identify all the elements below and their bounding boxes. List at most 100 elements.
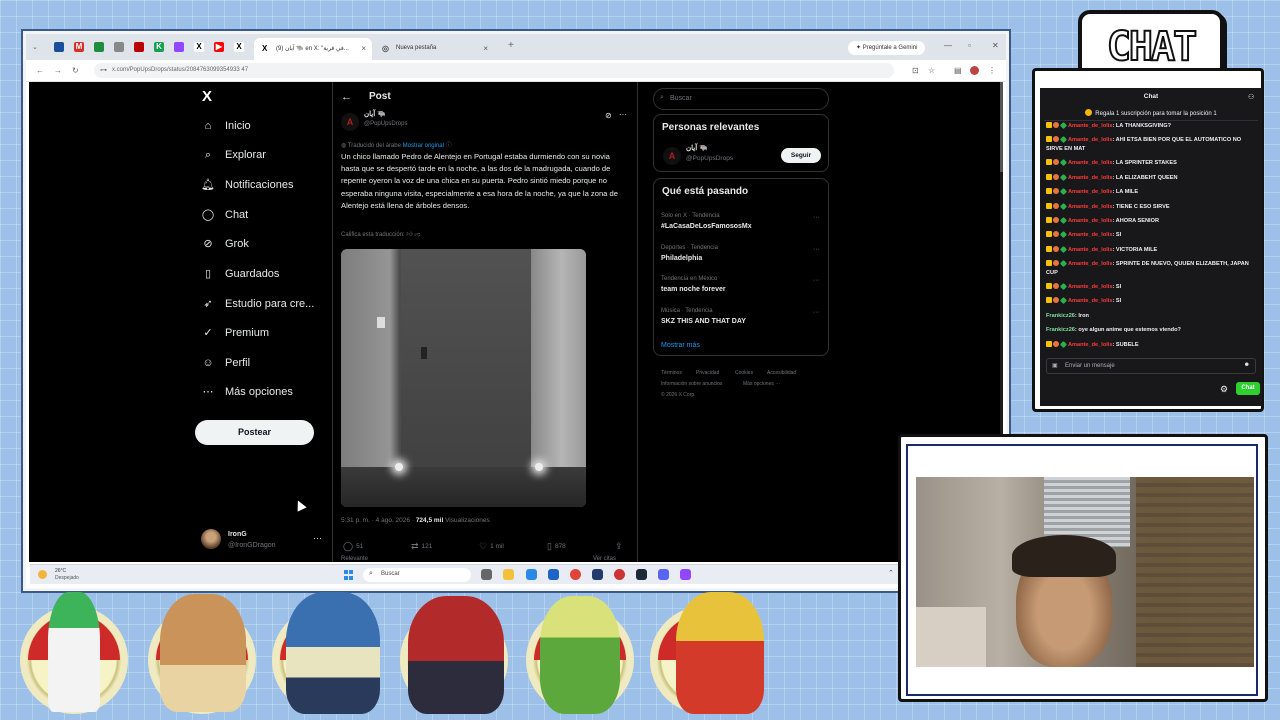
chat-username[interactable]: Amante_de_lolis [1068,175,1112,181]
steam-icon[interactable] [636,569,647,580]
pinned-gift-banner[interactable]: Regala 1 suscripción para tomar la posic… [1044,108,1258,121]
footer-link[interactable]: Privacidad [696,370,719,376]
chat-username[interactable]: Amante_de_lolis [1068,204,1112,210]
url-field[interactable]: ⊶ x.com/PopUpsDrops/status/2084763099354… [94,63,894,78]
bookmark-star-icon[interactable]: ☆ [928,66,935,75]
trend-item[interactable]: SKZ THIS AND THAT DAY [661,318,746,325]
close-tab-icon[interactable]: × [361,44,366,53]
obs-icon[interactable] [614,569,625,580]
weather-icon[interactable] [38,570,47,579]
weather-temperature[interactable]: 26°C [55,568,66,574]
post-video[interactable] [341,249,586,507]
back-icon[interactable]: ← [36,66,44,75]
chat-username[interactable]: Amante_de_lolis [1068,284,1112,290]
store-icon[interactable] [548,569,559,580]
tab-x-post[interactable]: X (9) آيان 🐃 en X: "في قرية... × [254,38,372,60]
chat-username[interactable]: Amante_de_lolis [1068,342,1112,348]
footer-link[interactable]: Accesibilidad [767,370,796,376]
forward-icon[interactable]: → [54,66,62,75]
ask-gemini-button[interactable]: ✦ Pregúntale a Gemini [848,41,926,55]
thumbs-up-icon[interactable]: 👍︎ [406,232,412,238]
footer-link[interactable]: Cookies [735,370,753,376]
like-button[interactable]: ♡ 1 mil [479,541,504,552]
maximize-icon[interactable]: ▫ [968,41,971,50]
pinned-tab-icon[interactable] [54,42,64,52]
account-avatar[interactable] [201,529,221,549]
weather-condition[interactable]: Despejado [55,575,79,581]
scrollbar-thumb[interactable] [1000,82,1003,172]
author-handle[interactable]: @PopUpsDrops [364,121,407,127]
chat-username[interactable]: Frankicz26 [1046,313,1075,319]
trend-item[interactable]: team noche forever [661,286,726,293]
back-arrow-icon[interactable]: ← [341,91,352,103]
thumbs-down-icon[interactable]: 👎︎ [414,232,420,238]
gear-icon[interactable]: ⚙ [1220,384,1228,395]
chat-username[interactable]: Amante_de_lolis [1068,137,1112,143]
grok-icon[interactable]: ⊘ [605,111,612,120]
new-tab-icon[interactable]: + [508,40,514,51]
pinned-tab-icon[interactable] [134,42,144,52]
menu-icon[interactable]: ⋮ [988,66,996,75]
tab-new-tab[interactable]: ◎ Nueva pestaña × [374,38,494,60]
chat-username[interactable]: Amante_de_lolis [1068,247,1112,253]
relevant-avatar[interactable]: A [663,147,681,165]
search-input[interactable]: ⌕ Buscar [653,88,829,110]
emote-icon[interactable]: ☻ [1244,362,1250,368]
relevant-name[interactable]: آيان 🐃 [686,144,708,152]
profile-avatar-icon[interactable] [970,66,979,75]
file-explorer-icon[interactable] [503,569,514,580]
pinned-tab-icon[interactable] [94,42,104,52]
trend-item[interactable]: Philadelphia [661,255,702,262]
footer-link[interactable]: Más opciones ··· [743,381,780,387]
extensions-icon[interactable]: ▤ [954,66,962,75]
post-button[interactable]: Postear [195,420,314,445]
chat-username[interactable]: Amante_de_lolis [1068,189,1112,195]
chat-username[interactable]: Amante_de_lolis [1068,298,1112,304]
show-more-link[interactable]: Mostrar más [661,342,700,349]
chat-username[interactable]: Amante_de_lolis [1068,218,1112,224]
app-icon[interactable] [592,569,603,580]
x-logo-icon[interactable]: X [202,88,212,105]
chrome-icon[interactable] [570,569,581,580]
author-name[interactable]: آيان 🐃 [364,110,386,118]
footer-link[interactable]: Información sobre anuncios [661,381,722,387]
app-icon[interactable] [680,569,691,580]
users-icon[interactable]: ⚇ [1248,93,1254,101]
see-quotes-link[interactable]: Ver citas [593,556,616,562]
reload-icon[interactable]: ↻ [72,66,79,75]
more-icon[interactable]: ··· [813,277,820,284]
more-icon[interactable]: ··· [813,309,820,316]
bookmark-button[interactable]: ▯ 878 [547,541,566,552]
tab-list-icon[interactable]: ⌄ [32,43,38,51]
chat-username[interactable]: Amante_de_lolis [1068,123,1112,129]
site-info-icon[interactable]: ⊶ [100,66,107,74]
chat-username[interactable]: Amante_de_lolis [1068,232,1112,238]
twitch-tab-icon[interactable] [174,42,184,52]
minimize-icon[interactable]: — [944,41,952,50]
edge-icon[interactable] [526,569,537,580]
chat-message-input[interactable]: ▣ Enviar un mensaje ☻ [1046,358,1256,374]
reply-button[interactable]: ◯ 51 [343,541,363,552]
windows-start-icon[interactable] [344,570,354,580]
follow-button[interactable]: Seguir [781,148,821,163]
chat-username[interactable]: Amante_de_lolis [1068,160,1112,166]
share-button[interactable]: ⇪ [615,541,626,552]
x-tab-icon[interactable]: X [194,42,204,52]
more-icon[interactable]: ··· [813,214,820,221]
tray-chevron-icon[interactable]: ⌃ [888,569,894,577]
task-view-icon[interactable] [481,569,492,580]
bits-icon[interactable]: ▣ [1052,362,1058,369]
close-window-icon[interactable]: ✕ [992,41,999,50]
show-original-link[interactable]: Mostrar original [403,143,444,149]
chat-username[interactable]: Frankicz26 [1046,327,1075,333]
install-app-icon[interactable]: ⊡ [912,66,919,75]
gmail-tab-icon[interactable]: M [74,42,84,52]
chat-send-button[interactable]: Chat [1236,382,1260,395]
trend-item[interactable]: #LaCasaDeLosFamososMx [661,223,752,230]
pinned-tab-icon[interactable]: K [154,42,164,52]
more-icon[interactable]: ··· [813,246,820,253]
pinned-tab-icon[interactable] [114,42,124,52]
account-more-icon[interactable]: ··· [313,533,322,543]
discord-icon[interactable] [658,569,669,580]
chat-username[interactable]: Amante_de_lolis [1068,261,1112,267]
